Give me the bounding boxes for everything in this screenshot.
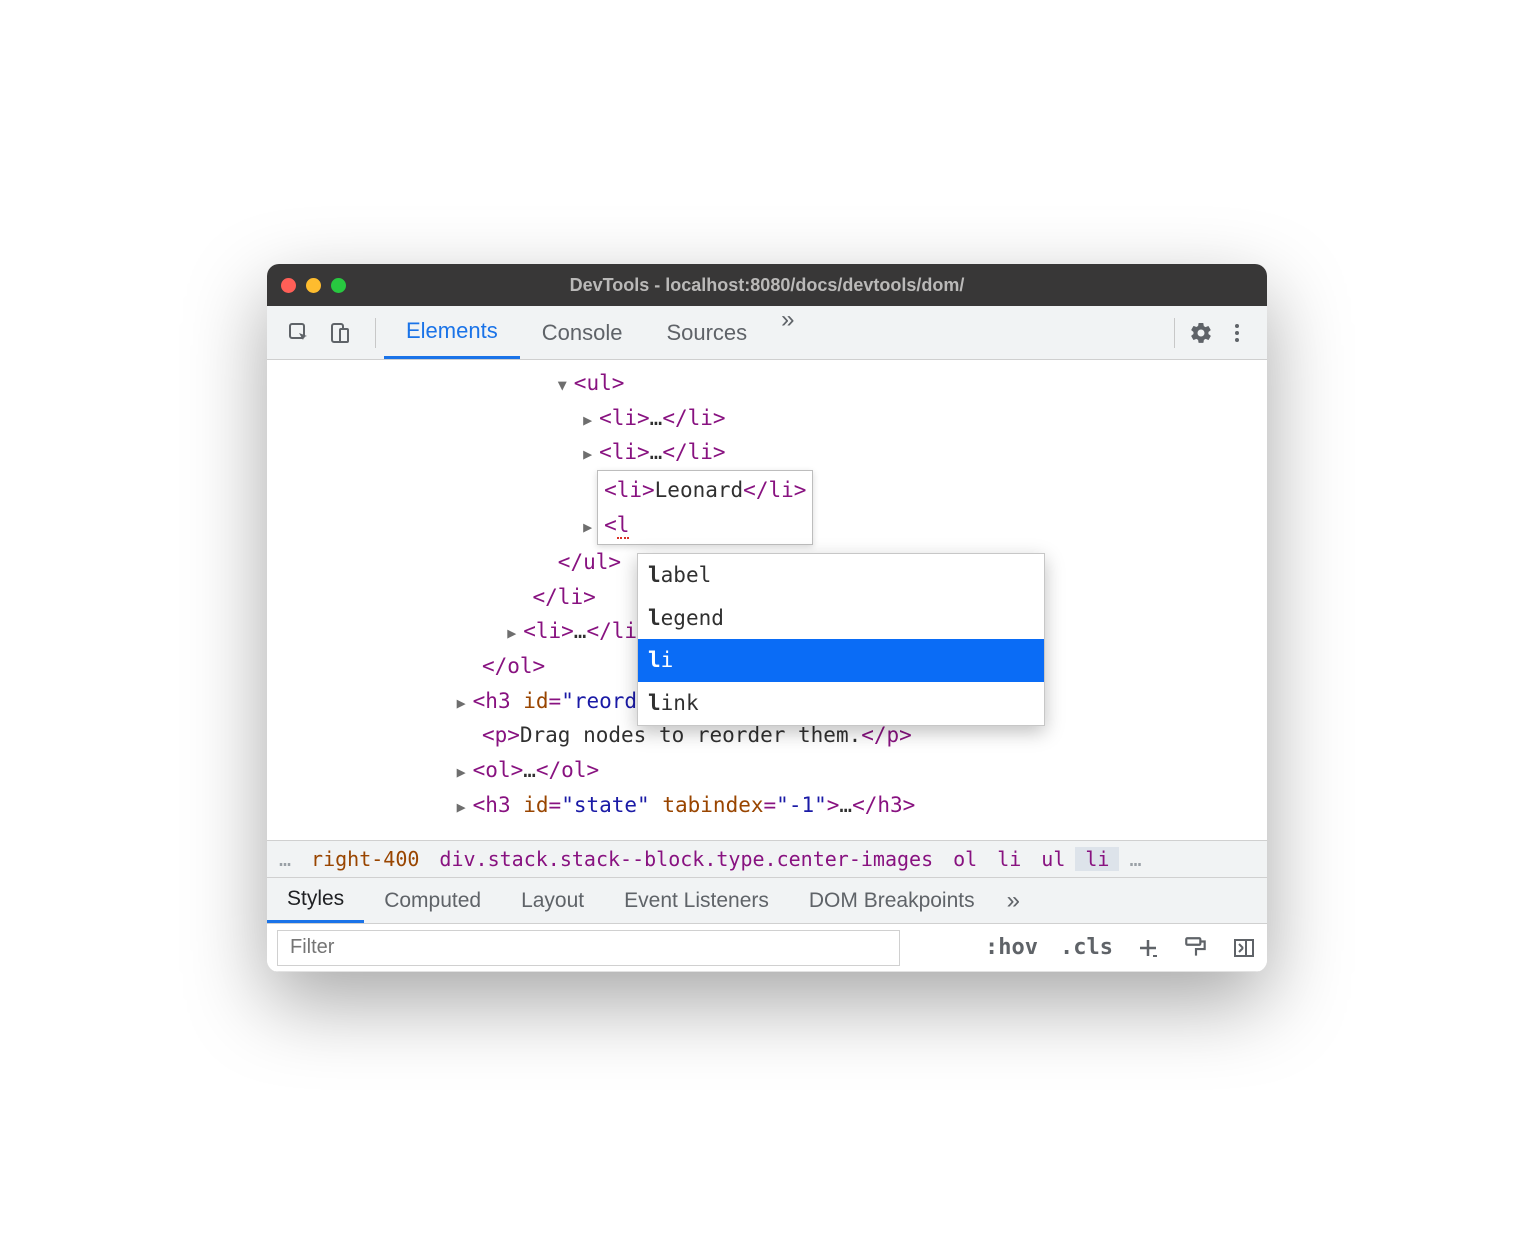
tag-li[interactable]: <li>: [523, 619, 574, 643]
tag-li[interactable]: <li>: [599, 440, 650, 464]
autocomplete-item[interactable]: link: [638, 682, 1044, 725]
main-tabs: Elements Console Sources »: [384, 306, 807, 359]
filter-wrap: [277, 930, 900, 966]
hov-toggle[interactable]: :hov: [985, 935, 1038, 960]
tab-event-listeners[interactable]: Event Listeners: [604, 878, 789, 923]
crumb-item[interactable]: ul: [1031, 847, 1075, 871]
tab-computed[interactable]: Computed: [364, 878, 501, 923]
paint-format-icon[interactable]: [1183, 935, 1209, 961]
crumb-item[interactable]: div.stack.stack--block.type.center-image…: [429, 847, 943, 871]
traffic-lights: [281, 278, 346, 293]
inspect-element-icon[interactable]: [281, 315, 317, 351]
tag-li-close[interactable]: </li>: [533, 585, 596, 609]
tag-h3[interactable]: <h3: [473, 793, 524, 817]
tab-dom-breakpoints[interactable]: DOM Breakpoints: [789, 878, 995, 923]
computed-sidebar-icon[interactable]: [1231, 935, 1257, 961]
crumb-item[interactable]: ol: [943, 847, 987, 871]
tab-elements[interactable]: Elements: [384, 306, 520, 359]
devtools-window: DevTools - localhost:8080/docs/devtools/…: [267, 264, 1267, 972]
tab-styles[interactable]: Styles: [267, 878, 364, 923]
cls-toggle[interactable]: .cls: [1060, 935, 1113, 960]
minimize-window-icon[interactable]: [306, 278, 321, 293]
tab-sources[interactable]: Sources: [644, 306, 769, 359]
main-toolbar: Elements Console Sources »: [267, 306, 1267, 360]
styles-toolbar: :hov .cls: [267, 924, 1267, 972]
new-style-rule-icon[interactable]: [1135, 935, 1161, 961]
tag-li[interactable]: <li>: [599, 406, 650, 430]
tab-console[interactable]: Console: [520, 306, 645, 359]
styles-filter-input[interactable]: [286, 931, 891, 965]
more-tabs-icon[interactable]: »: [995, 887, 1032, 915]
autocomplete-item[interactable]: label: [638, 554, 1044, 597]
html-edit-box[interactable]: <li>Leonard</li><l: [597, 470, 813, 545]
kebab-menu-icon[interactable]: [1219, 315, 1255, 351]
close-window-icon[interactable]: [281, 278, 296, 293]
crumb-overflow-left[interactable]: …: [269, 847, 301, 871]
crumb-item[interactable]: li: [987, 847, 1031, 871]
tag-ol-close[interactable]: </ol>: [482, 654, 545, 678]
window-title: DevTools - localhost:8080/docs/devtools/…: [570, 275, 965, 296]
more-tabs-icon[interactable]: »: [769, 306, 806, 359]
crumb-item[interactable]: right-400: [301, 847, 429, 871]
autocomplete-popup: label legend li link: [637, 553, 1045, 726]
zoom-window-icon[interactable]: [331, 278, 346, 293]
tag-p[interactable]: <p>: [482, 723, 520, 747]
tag-ol[interactable]: <ol>: [473, 758, 524, 782]
device-toolbar-icon[interactable]: [321, 315, 357, 351]
tag-ul[interactable]: <ul>: [574, 371, 625, 395]
tag-ul-close[interactable]: </ul>: [558, 550, 621, 574]
partial-tag-input[interactable]: l: [617, 513, 630, 539]
elements-tree[interactable]: ▼<ul> ▶<li>…</li> ▶<li>…</li> ▶<li>Leona…: [267, 360, 1267, 840]
toolbar-divider: [375, 318, 376, 348]
titlebar: DevTools - localhost:8080/docs/devtools/…: [267, 264, 1267, 306]
tab-layout[interactable]: Layout: [501, 878, 604, 923]
autocomplete-item-selected[interactable]: li: [638, 639, 1044, 682]
tag-h3[interactable]: <h3: [473, 689, 524, 713]
gear-icon[interactable]: [1183, 315, 1219, 351]
crumb-overflow-right[interactable]: …: [1119, 847, 1151, 871]
toolbar-divider: [1174, 318, 1175, 348]
styles-tabstrip: Styles Computed Layout Event Listeners D…: [267, 878, 1267, 924]
dom-breadcrumb[interactable]: … right-400 div.stack.stack--block.type.…: [267, 840, 1267, 878]
crumb-item-current[interactable]: li: [1075, 847, 1119, 871]
autocomplete-item[interactable]: legend: [638, 597, 1044, 640]
